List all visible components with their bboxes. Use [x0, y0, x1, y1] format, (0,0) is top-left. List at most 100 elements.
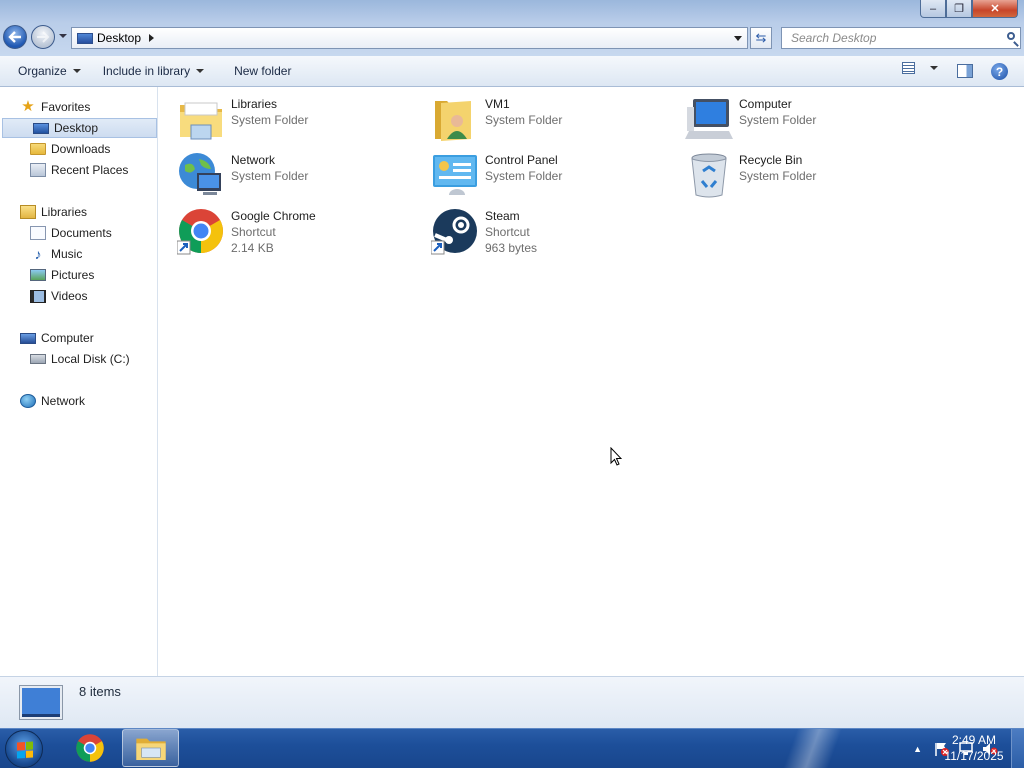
include-in-library-label: Include in library — [102, 64, 191, 78]
nav-label: Pictures — [51, 268, 95, 282]
disk-drive-icon — [30, 354, 46, 364]
breadcrumb-chevron-icon[interactable] — [149, 34, 155, 42]
search-icon[interactable] — [1007, 32, 1015, 40]
refresh-icon: ⇆ — [755, 30, 767, 45]
desktop-icon — [77, 32, 93, 44]
start-button[interactable] — [5, 730, 43, 768]
libraries-icon — [180, 102, 222, 140]
nav-label: Documents — [51, 226, 112, 240]
computer-icon — [685, 99, 733, 139]
file-name: Steam — [485, 209, 520, 223]
nav-desktop[interactable]: Desktop — [2, 118, 157, 138]
nav-label: Libraries — [41, 205, 88, 219]
mouse-pointer-icon — [610, 447, 622, 466]
nav-label: Music — [51, 247, 83, 261]
organize-label: Organize — [18, 64, 67, 78]
nav-label: Downloads — [51, 142, 111, 156]
taskbar-explorer[interactable] — [122, 729, 179, 767]
network-icon — [20, 394, 36, 408]
search-box[interactable] — [781, 27, 1021, 49]
search-input[interactable] — [789, 30, 998, 46]
file-item-network[interactable]: Network System Folder — [177, 151, 417, 203]
file-explorer-icon — [135, 738, 166, 760]
file-size: 2.14 KB — [231, 241, 274, 255]
close-button[interactable]: ✕ — [972, 0, 1018, 18]
file-name: VM1 — [485, 97, 510, 111]
item-count: 8 items — [79, 684, 121, 699]
file-item-libraries[interactable]: Libraries System Folder — [177, 95, 417, 147]
file-name: Control Panel — [485, 153, 558, 167]
views-icon — [902, 62, 915, 74]
chrome-icon — [177, 209, 223, 255]
computer-icon — [20, 332, 36, 344]
file-item-computer[interactable]: Computer System Folder — [685, 95, 925, 147]
libraries-icon — [20, 205, 36, 219]
arrow-left-icon — [8, 31, 21, 43]
file-item-vm1[interactable]: VM1 System Folder — [431, 95, 671, 147]
address-history-dropdown[interactable] — [734, 36, 742, 41]
documents-icon — [30, 226, 46, 240]
maximize-button[interactable]: ❐ — [946, 0, 972, 18]
nav-libraries[interactable]: Libraries — [0, 202, 177, 222]
steam-icon — [431, 209, 477, 255]
nav-label: Local Disk (C:) — [51, 352, 130, 366]
refresh-button[interactable]: ⇆ — [750, 27, 772, 49]
taskbar: ▲ 2:49 AM 11/17/2025 — [0, 728, 1024, 768]
include-in-library-button[interactable]: Include in library — [102, 64, 205, 78]
file-size: 963 bytes — [485, 241, 538, 255]
music-icon: ♪ — [34, 246, 42, 262]
minimize-button[interactable]: – — [920, 0, 946, 18]
preview-pane-button[interactable] — [957, 64, 973, 78]
file-list: Libraries System Folder VM1 System Folde… — [159, 87, 1024, 676]
nav-label: Desktop — [54, 121, 99, 135]
pictures-icon — [30, 269, 46, 281]
forward-button[interactable] — [31, 25, 55, 49]
taskbar-chrome[interactable] — [61, 729, 118, 767]
nav-favorites[interactable]: ★ Favorites — [0, 97, 177, 117]
show-desktop-button[interactable] — [1011, 729, 1024, 768]
file-type: Shortcut — [485, 225, 530, 239]
file-name: Computer — [739, 97, 792, 111]
file-type: System Folder — [739, 169, 817, 183]
back-button[interactable] — [3, 25, 27, 49]
file-item-google-chrome[interactable]: Google Chrome Shortcut 2.14 KB — [177, 207, 417, 259]
breadcrumb-desktop[interactable]: Desktop — [97, 31, 141, 45]
recent-pages-dropdown[interactable] — [59, 34, 67, 38]
nav-network[interactable]: Network — [0, 391, 177, 411]
file-type: Shortcut — [231, 225, 276, 239]
file-name: Libraries — [231, 97, 278, 111]
file-name: Recycle Bin — [739, 153, 803, 167]
command-bar: Organize Include in library New folder — [0, 56, 1024, 87]
file-item-control-panel[interactable]: Control Panel System Folder — [431, 151, 671, 203]
nav-computer[interactable]: Computer — [0, 328, 177, 348]
network-icon — [179, 153, 221, 195]
recent-places-icon — [30, 163, 46, 177]
taskbar-glow — [760, 729, 880, 768]
desktop-icon — [33, 122, 49, 134]
file-type: System Folder — [485, 113, 563, 127]
details-pane: 8 items — [0, 676, 1024, 728]
file-type: System Folder — [739, 113, 817, 127]
new-folder-label: New folder — [234, 64, 292, 78]
show-hidden-icons-icon[interactable]: ▲ — [913, 744, 922, 754]
clock[interactable]: 2:49 AM 11/17/2025 — [940, 732, 1008, 764]
change-view-button[interactable] — [902, 62, 938, 74]
clock-date: 11/17/2025 — [944, 749, 1004, 763]
file-item-recycle-bin[interactable]: Recycle Bin System Folder — [685, 151, 925, 203]
arrow-right-icon — [37, 31, 50, 43]
star-icon: ★ — [21, 98, 35, 115]
help-button[interactable]: ? — [991, 63, 1008, 80]
address-bar[interactable]: Desktop — [71, 27, 748, 49]
nav-label: Computer — [41, 331, 94, 345]
desktop-icon — [19, 685, 63, 720]
user-folder-icon — [435, 101, 471, 141]
chrome-icon — [75, 734, 104, 762]
file-type: System Folder — [485, 169, 563, 183]
nav-label: Videos — [51, 289, 88, 303]
new-folder-button[interactable]: New folder — [234, 64, 291, 78]
file-type: System Folder — [231, 169, 309, 183]
file-item-steam[interactable]: Steam Shortcut 963 bytes — [431, 207, 671, 259]
chevron-down-icon — [196, 69, 205, 73]
organize-button[interactable]: Organize — [18, 64, 81, 78]
chevron-down-icon — [930, 66, 938, 70]
